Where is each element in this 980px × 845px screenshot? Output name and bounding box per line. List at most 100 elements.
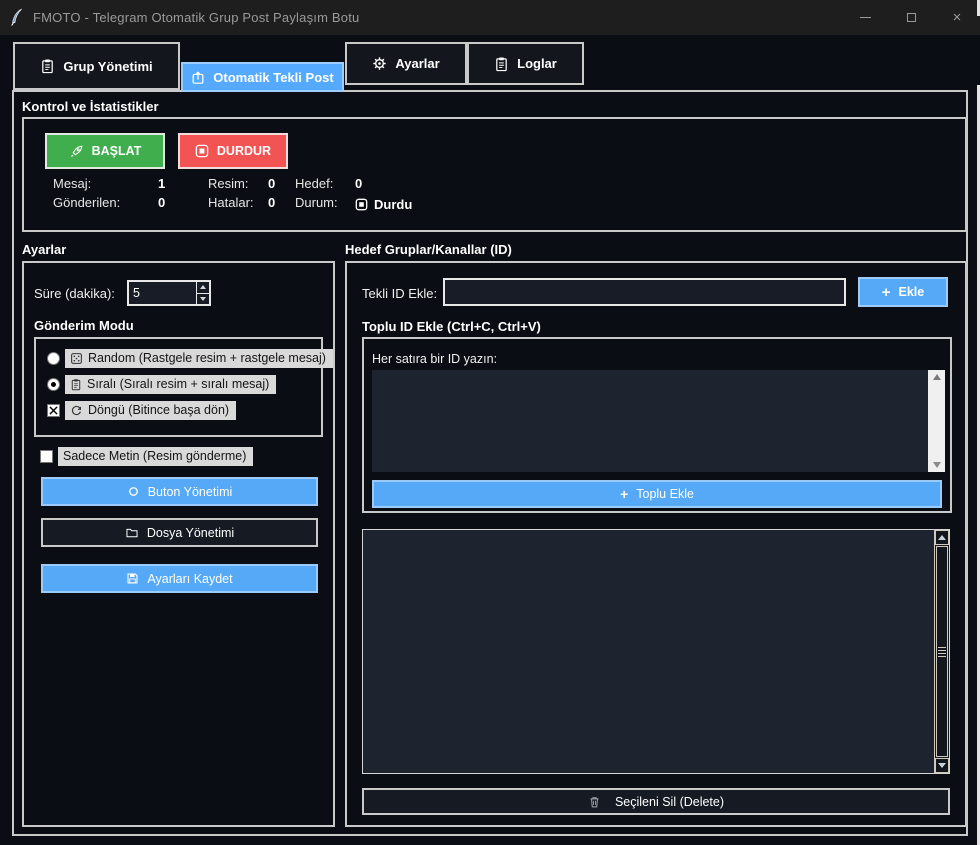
stop-button[interactable]: DURDUR: [178, 133, 288, 169]
save-icon: [126, 572, 139, 585]
minimize-icon: [860, 17, 871, 18]
scroll-up-icon: [933, 374, 941, 380]
dice-icon: [70, 352, 83, 365]
radio-unchecked-icon: [47, 352, 60, 365]
listbox-scrollbar[interactable]: [934, 530, 949, 773]
scroll-down-icon: [938, 763, 946, 768]
tab-label: Ayarlar: [395, 56, 439, 71]
loop-icon: [70, 404, 83, 417]
outbox-icon: [191, 70, 205, 85]
maximize-icon: [907, 13, 916, 22]
rocket-icon: [69, 144, 84, 159]
save-settings-button[interactable]: Ayarları Kaydet: [41, 564, 318, 593]
checkbox-unchecked-icon: [40, 450, 53, 463]
checkbox-checked-icon: [47, 404, 60, 417]
file-manage-button[interactable]: Dosya Yönetimi: [41, 518, 318, 547]
text-only-label: Sadece Metin (Resim gönderme): [63, 449, 246, 463]
duration-label: Süre (dakika):: [34, 286, 115, 301]
bulk-hint-label: Her satıra bir ID yazın:: [372, 352, 497, 366]
text-only-checkbox[interactable]: Sadece Metin (Resim gönderme): [40, 447, 253, 466]
textarea-scrollbar[interactable]: [928, 370, 945, 472]
settings-section-title: Ayarlar: [22, 242, 66, 257]
add-id-button[interactable]: + Ekle: [858, 277, 948, 307]
start-button[interactable]: BAŞLAT: [45, 133, 165, 169]
status-value: Durdu: [355, 195, 412, 214]
tab-loglar[interactable]: Loglar: [467, 42, 584, 85]
tab-label: Otomatik Tekli Post: [213, 70, 333, 85]
stop-button-label: DURDUR: [217, 144, 271, 158]
triangle-up-icon: [200, 285, 206, 289]
single-id-label: Tekli ID Ekle:: [362, 286, 437, 301]
stop-icon: [195, 144, 209, 158]
stat-value: 0: [158, 195, 208, 214]
tab-ayarlar[interactable]: Ayarlar: [345, 42, 467, 85]
clipboard-icon: [40, 58, 55, 74]
button-manage-button[interactable]: Buton Yönetimi: [41, 477, 318, 506]
mode-option-random[interactable]: Random (Rastgele resim + rastgele mesaj): [47, 349, 333, 368]
save-settings-label: Ayarları Kaydet: [147, 572, 232, 586]
add-id-label: Ekle: [899, 285, 925, 299]
triangle-down-icon: [200, 297, 206, 301]
duration-spinbox[interactable]: 5: [127, 280, 211, 306]
duration-value: 5: [129, 282, 196, 304]
folder-icon: [125, 526, 139, 539]
circle-icon: [127, 485, 140, 498]
stat-value: 0: [268, 176, 295, 195]
mode-option-dongu[interactable]: Döngü (Bitince başa dön): [47, 401, 236, 420]
delete-selected-label: Seçileni Sil (Delete): [615, 795, 724, 809]
maximize-button[interactable]: [888, 0, 934, 35]
mode-title: Gönderim Modu: [34, 318, 134, 333]
stat-label: Mesaj:: [53, 176, 158, 195]
tab-grup-yonetimi[interactable]: Grup Yönetimi: [13, 42, 180, 90]
stop-icon: [355, 198, 368, 211]
scroll-up-button[interactable]: [935, 530, 949, 545]
plus-icon: +: [882, 284, 891, 301]
window-title: FMOTO - Telegram Otomatik Grup Post Payl…: [33, 10, 359, 25]
target-listbox[interactable]: [362, 529, 950, 774]
bulk-add-label: Toplu Ekle: [636, 487, 694, 501]
control-section-title: Kontrol ve İstatistikler: [22, 99, 159, 114]
mode-option-sirali[interactable]: Sıralı (Sıralı resim + sıralı mesaj): [47, 375, 276, 394]
single-id-input[interactable]: [443, 278, 846, 306]
gear-icon: [372, 56, 387, 71]
stats-grid: Mesaj: 1 Resim: 0 Hedef: 0 Gönderilen: 0…: [53, 176, 412, 214]
stat-label: Gönderilen:: [53, 195, 158, 214]
tab-otomatik-tekli-post[interactable]: Otomatik Tekli Post: [181, 62, 344, 92]
tab-label: Grup Yönetimi: [63, 59, 152, 74]
trash-icon: [588, 795, 601, 809]
bulk-id-textarea[interactable]: [372, 370, 945, 472]
close-icon: ×: [953, 10, 962, 25]
stat-value: 0: [355, 176, 412, 195]
stat-label: Durum:: [295, 195, 355, 214]
list-icon: [70, 378, 82, 391]
status-text: Durdu: [374, 197, 412, 212]
scroll-down-icon: [933, 462, 941, 468]
bulk-add-button[interactable]: + Toplu Ekle: [372, 480, 942, 508]
targets-section-title: Hedef Gruplar/Kanallar (ID): [345, 242, 512, 257]
stat-value: 0: [268, 195, 295, 214]
minimize-button[interactable]: [842, 0, 888, 35]
target-list-items[interactable]: [363, 530, 934, 773]
scroll-up-icon: [938, 535, 946, 540]
bulk-title: Toplu ID Ekle (Ctrl+C, Ctrl+V): [362, 319, 541, 334]
mode-option-label: Döngü (Bitince başa dön): [88, 403, 229, 417]
stat-label: Resim:: [208, 176, 268, 195]
button-manage-label: Buton Yönetimi: [148, 485, 233, 499]
spin-up-button[interactable]: [197, 282, 209, 293]
stat-label: Hatalar:: [208, 195, 268, 214]
close-button[interactable]: ×: [934, 0, 980, 35]
start-button-label: BAŞLAT: [92, 144, 142, 158]
stat-value: 1: [158, 176, 208, 195]
scroll-down-button[interactable]: [935, 758, 949, 773]
scrollbar-thumb[interactable]: [936, 546, 948, 757]
file-manage-label: Dosya Yönetimi: [147, 526, 234, 540]
spin-down-button[interactable]: [197, 293, 209, 305]
mode-option-label: Sıralı (Sıralı resim + sıralı mesaj): [87, 377, 269, 391]
titlebar: FMOTO - Telegram Otomatik Grup Post Payl…: [0, 0, 980, 35]
delete-selected-button[interactable]: Seçileni Sil (Delete): [362, 788, 950, 815]
tab-label: Loglar: [517, 56, 557, 71]
stat-label: Hedef:: [295, 176, 355, 195]
clipboard-icon: [494, 56, 509, 72]
bulk-id-text-region[interactable]: [372, 370, 928, 472]
app-feather-icon: [9, 8, 24, 27]
